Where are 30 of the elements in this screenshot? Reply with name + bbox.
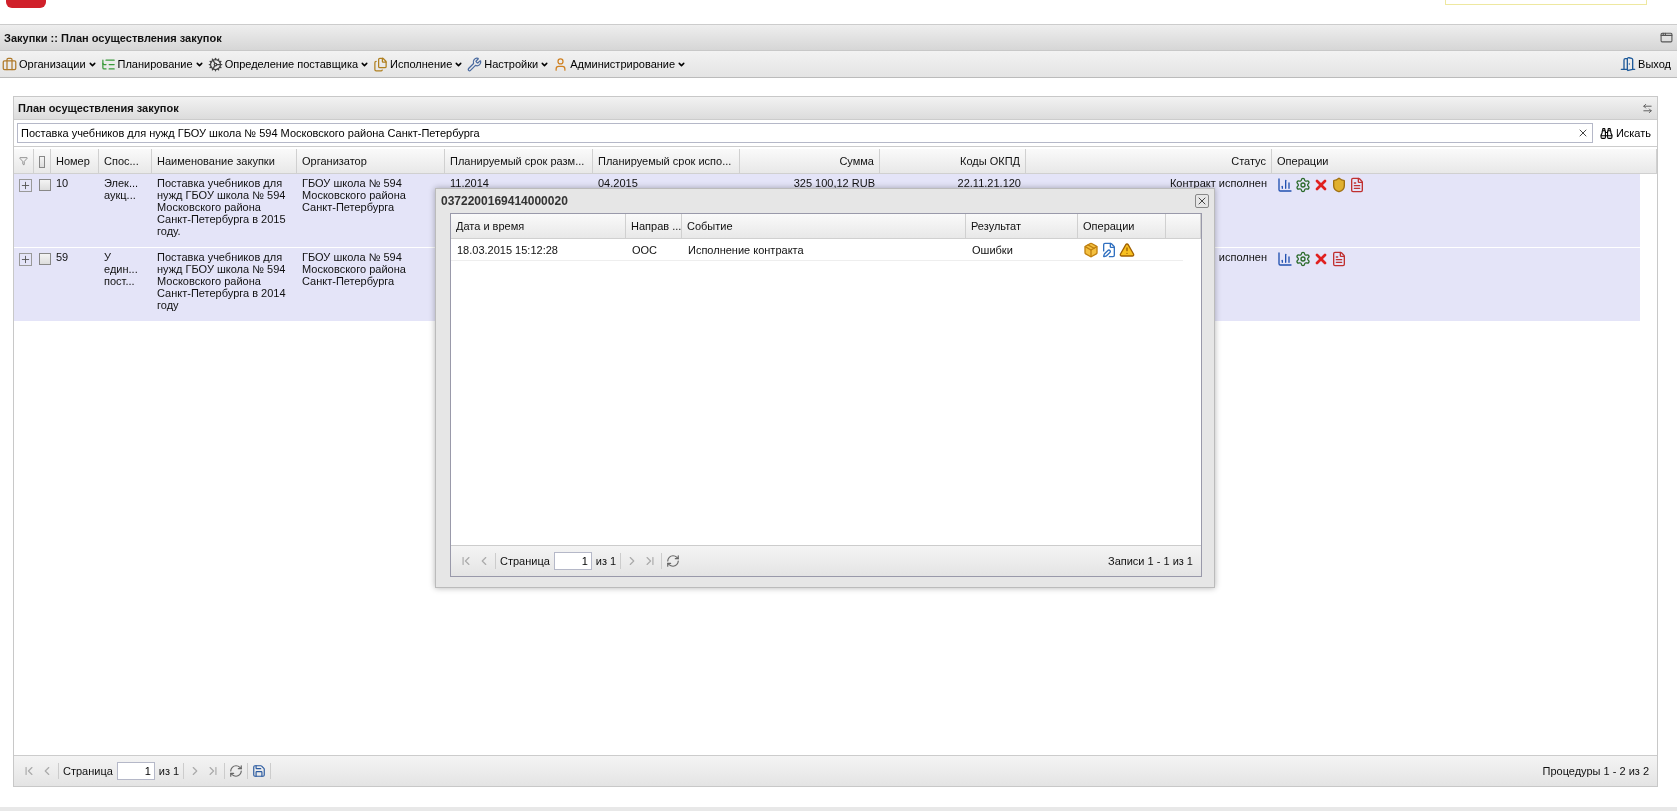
dialog-title: 0372200169414000020	[441, 194, 568, 208]
table-cell-text: ГБОУ школа № 594 Московского района Санкт-Петербурга	[302, 251, 407, 287]
page-count: из 1	[595, 555, 617, 567]
table-cell: У	[104, 251, 111, 263]
page-label: Страница	[500, 555, 550, 567]
panel-title: План осуществления закупок	[18, 102, 179, 114]
table-cell: 325 100,12 RUB	[793, 177, 875, 189]
table-cell: исполнен	[1218, 251, 1267, 263]
page-count: из 1	[158, 765, 180, 777]
table-cell: Контракт исполнен	[1169, 177, 1267, 189]
table-cell-text: ООС	[631, 243, 659, 258]
table-cell: 22.11.21.120	[957, 177, 1021, 189]
table-cell: пост...	[104, 275, 135, 287]
window-title: Закупки :: План осуществления закупок	[4, 31, 222, 44]
records-summary: Процедуры 1 - 2 из 2	[1542, 765, 1649, 777]
table-cell: 10	[56, 177, 69, 189]
table-cell: 04.2015	[598, 177, 638, 189]
table-cell-text: ГБОУ школа № 594 Московского района Санкт-Петербурга	[302, 177, 407, 213]
table-cell-text: Поставка учебников для нужд ГБОУ школа № 594 Московского района Санкт-Петербурга в 2014 году	[157, 251, 287, 311]
table-cell: един...	[104, 263, 138, 275]
records-summary: Записи 1 - 1 из 1	[1108, 555, 1193, 567]
table-cell: аукц...	[104, 189, 136, 201]
table-cell-text: 18.03.2015 15:12:28	[456, 243, 559, 258]
table-cell-text: Поставка учебников для нужд ГБОУ школа № 594 Московского района Санкт-Петербурга в 2015 году.	[157, 177, 287, 237]
table-cell-text: Исполнение контракта	[687, 243, 805, 258]
table-cell: 11.2014	[450, 177, 489, 189]
table-cell: 59	[56, 251, 69, 263]
page-label: Страница	[63, 765, 113, 777]
table-cell-text: Ошибки	[971, 243, 1014, 258]
table-cell: Элек...	[104, 177, 139, 189]
